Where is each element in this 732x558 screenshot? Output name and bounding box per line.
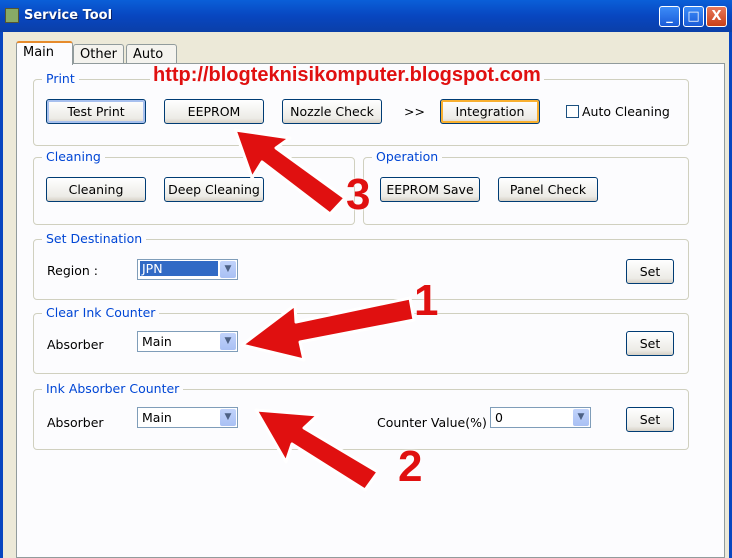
annotation-number-3: 3 [346, 170, 371, 219]
arrow-1 [240, 296, 416, 362]
arrow-2 [254, 408, 380, 492]
arrow-3 [233, 128, 347, 216]
annotation-number-1: 1 [414, 276, 439, 325]
annotation-number-2: 2 [398, 442, 423, 491]
watermark-url: http://blogteknisikomputer.blogspot.com [150, 64, 544, 87]
tab-main[interactable]: Main [16, 41, 73, 65]
